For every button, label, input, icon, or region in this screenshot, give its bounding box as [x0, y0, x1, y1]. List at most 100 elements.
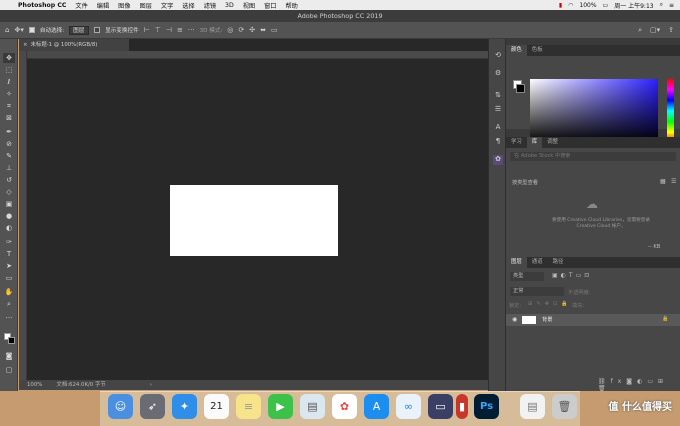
frame-tool-icon[interactable]: ⊠	[3, 113, 15, 123]
orbit-3d-icon[interactable]: ⟳	[238, 26, 244, 34]
photoshop-icon[interactable]: Ps	[474, 394, 499, 419]
brush-settings-icon[interactable]: ☰	[493, 105, 503, 115]
menu-filter[interactable]: 滤镜	[204, 1, 216, 10]
facetime-icon[interactable]: ▶	[268, 394, 293, 419]
menu-select[interactable]: 选择	[182, 1, 194, 10]
background-color-swatch[interactable]	[8, 337, 15, 344]
clock[interactable]: 周一 上午9:13	[614, 1, 653, 10]
app-store-icon[interactable]: A	[364, 394, 389, 419]
properties-panel-icon[interactable]: ⚙	[493, 69, 503, 79]
auto-select-dropdown[interactable]: 图层	[69, 25, 90, 35]
auto-select-checkbox[interactable]	[28, 27, 35, 33]
pan-3d-icon[interactable]: ✣	[249, 26, 255, 34]
document-tab[interactable]: × 未标题-1 @ 100%(RGB/8)	[19, 39, 129, 51]
hue-slider[interactable]	[667, 79, 674, 143]
canvas[interactable]	[170, 185, 338, 256]
display-app-icon[interactable]: ▭	[428, 394, 453, 419]
document-file-icon[interactable]: ▤	[520, 394, 545, 419]
books-app-icon[interactable]: ▮	[456, 394, 468, 419]
status-menu-arrow-icon[interactable]: ›	[150, 380, 152, 390]
lock-icons[interactable]: ⊞✎✥⊡🔒	[528, 301, 572, 307]
tab-color[interactable]: 颜色	[506, 45, 527, 56]
menu-help[interactable]: 帮助	[285, 1, 297, 10]
color-bg-swatch[interactable]	[516, 84, 525, 93]
pen-tool-icon[interactable]: ✑	[3, 237, 15, 247]
share-icon[interactable]: ⇪	[668, 26, 674, 34]
home-icon[interactable]: ⌂	[5, 26, 9, 34]
tab-layers[interactable]: 图层	[506, 257, 527, 268]
path-select-icon[interactable]: ➤	[3, 261, 15, 271]
layer-lock-icon[interactable]: 🔒	[662, 316, 668, 322]
launchpad-icon[interactable]: ➶	[140, 394, 165, 419]
menu-image[interactable]: 图像	[118, 1, 130, 10]
menu-view[interactable]: 视图	[243, 1, 255, 10]
list-view-icon[interactable]: ☰	[671, 178, 676, 185]
notes-icon[interactable]: ≡	[236, 394, 261, 419]
tab-learn[interactable]: 学习	[506, 137, 527, 148]
tab-libraries[interactable]: 库	[526, 137, 543, 148]
document-tab-close-icon[interactable]: ×	[23, 42, 28, 48]
more-options-icon[interactable]: ···	[188, 26, 195, 34]
slide-3d-icon[interactable]: ⬌	[260, 26, 266, 34]
trash-icon[interactable]: 🗑	[552, 394, 577, 419]
horizontal-ruler[interactable]	[27, 51, 488, 59]
layer-filter-icons[interactable]: ▣◐T▭⊡	[552, 272, 592, 279]
wifi-icon[interactable]: ◠	[568, 2, 573, 9]
visibility-eye-icon[interactable]: ◉	[512, 316, 517, 323]
layer-row[interactable]: ◉ 背景 🔒	[506, 314, 680, 326]
blur-tool-icon[interactable]: ●	[3, 211, 15, 221]
history-panel-icon[interactable]: ⟲	[493, 51, 503, 61]
quick-mask-icon[interactable]: ◙	[3, 351, 15, 361]
menu-3d[interactable]: 3D	[225, 2, 234, 9]
workspace-icon[interactable]: ▢▾	[650, 26, 660, 34]
layer-filter-kind[interactable]: 类型	[510, 272, 544, 281]
healing-brush-icon[interactable]: ⊘	[3, 139, 15, 149]
adobe-icon[interactable]: ▮	[559, 2, 562, 9]
menu-window[interactable]: 窗口	[264, 1, 276, 10]
history-brush-icon[interactable]: ↺	[3, 175, 15, 185]
menu-file[interactable]: 文件	[75, 1, 87, 10]
preview-icon[interactable]: ▤	[300, 394, 325, 419]
safari-icon[interactable]: ✦	[172, 394, 197, 419]
more-tools-icon[interactable]: ···	[3, 313, 15, 323]
adjust-panel-icon[interactable]: ⇅	[493, 91, 503, 101]
blend-mode-dropdown[interactable]: 正常	[510, 287, 564, 296]
character-panel-icon[interactable]: A	[493, 123, 503, 133]
search-icon[interactable]: ⌕	[638, 26, 642, 34]
distribute-icon[interactable]: ≡	[177, 26, 183, 34]
move-tool-icon[interactable]: ✥	[3, 53, 15, 63]
hand-tool-icon[interactable]: ✋	[3, 287, 15, 297]
calendar-icon[interactable]: 21	[204, 394, 229, 419]
align-left-icon[interactable]: ⊢	[144, 26, 150, 34]
plugin-panel-icon[interactable]: ✿	[493, 155, 503, 165]
menu-edit[interactable]: 编辑	[97, 1, 109, 10]
eraser-icon[interactable]: ◇	[3, 187, 15, 197]
screen-mode-icon[interactable]: ▢	[3, 365, 15, 375]
photos-icon[interactable]: ✿	[332, 394, 357, 419]
battery-level[interactable]: 100%	[579, 2, 596, 9]
brush-tool-icon[interactable]: ✎	[3, 151, 15, 161]
tab-swatches[interactable]: 色板	[527, 45, 548, 56]
align-center-icon[interactable]: ⊤	[155, 26, 161, 34]
menu-list-icon[interactable]: ≡	[669, 2, 674, 9]
baidu-netdisk-icon[interactable]: ∞	[396, 394, 421, 419]
magic-wand-icon[interactable]: ✧	[3, 89, 15, 99]
crop-tool-icon[interactable]: ⌗	[3, 101, 15, 111]
tab-paths[interactable]: 路径	[548, 257, 569, 268]
marquee-tool-icon[interactable]: ⬚	[3, 65, 15, 75]
transform-controls-checkbox[interactable]	[94, 27, 101, 33]
finder-icon[interactable]: ☺	[108, 394, 133, 419]
battery-icon[interactable]: ▭	[603, 2, 609, 9]
menu-layer[interactable]: 图层	[140, 1, 152, 10]
layers-footer-icons[interactable]: ⛓fx◙◐▭⊞🗑	[598, 378, 680, 392]
clone-stamp-icon[interactable]: ⊥	[3, 163, 15, 173]
tab-channels[interactable]: 通道	[527, 257, 548, 268]
rotate-3d-icon[interactable]: ◎	[227, 26, 233, 34]
align-right-icon[interactable]: ⊣	[166, 26, 172, 34]
tab-adjustments[interactable]: 调整	[542, 137, 563, 148]
lasso-tool-icon[interactable]: ℓ	[3, 77, 15, 87]
rectangle-tool-icon[interactable]: ▭	[3, 273, 15, 283]
paragraph-panel-icon[interactable]: ¶	[493, 137, 503, 147]
zoom-level[interactable]: 100%	[27, 380, 42, 390]
zoom-tool-icon[interactable]: ⌕	[3, 299, 15, 309]
